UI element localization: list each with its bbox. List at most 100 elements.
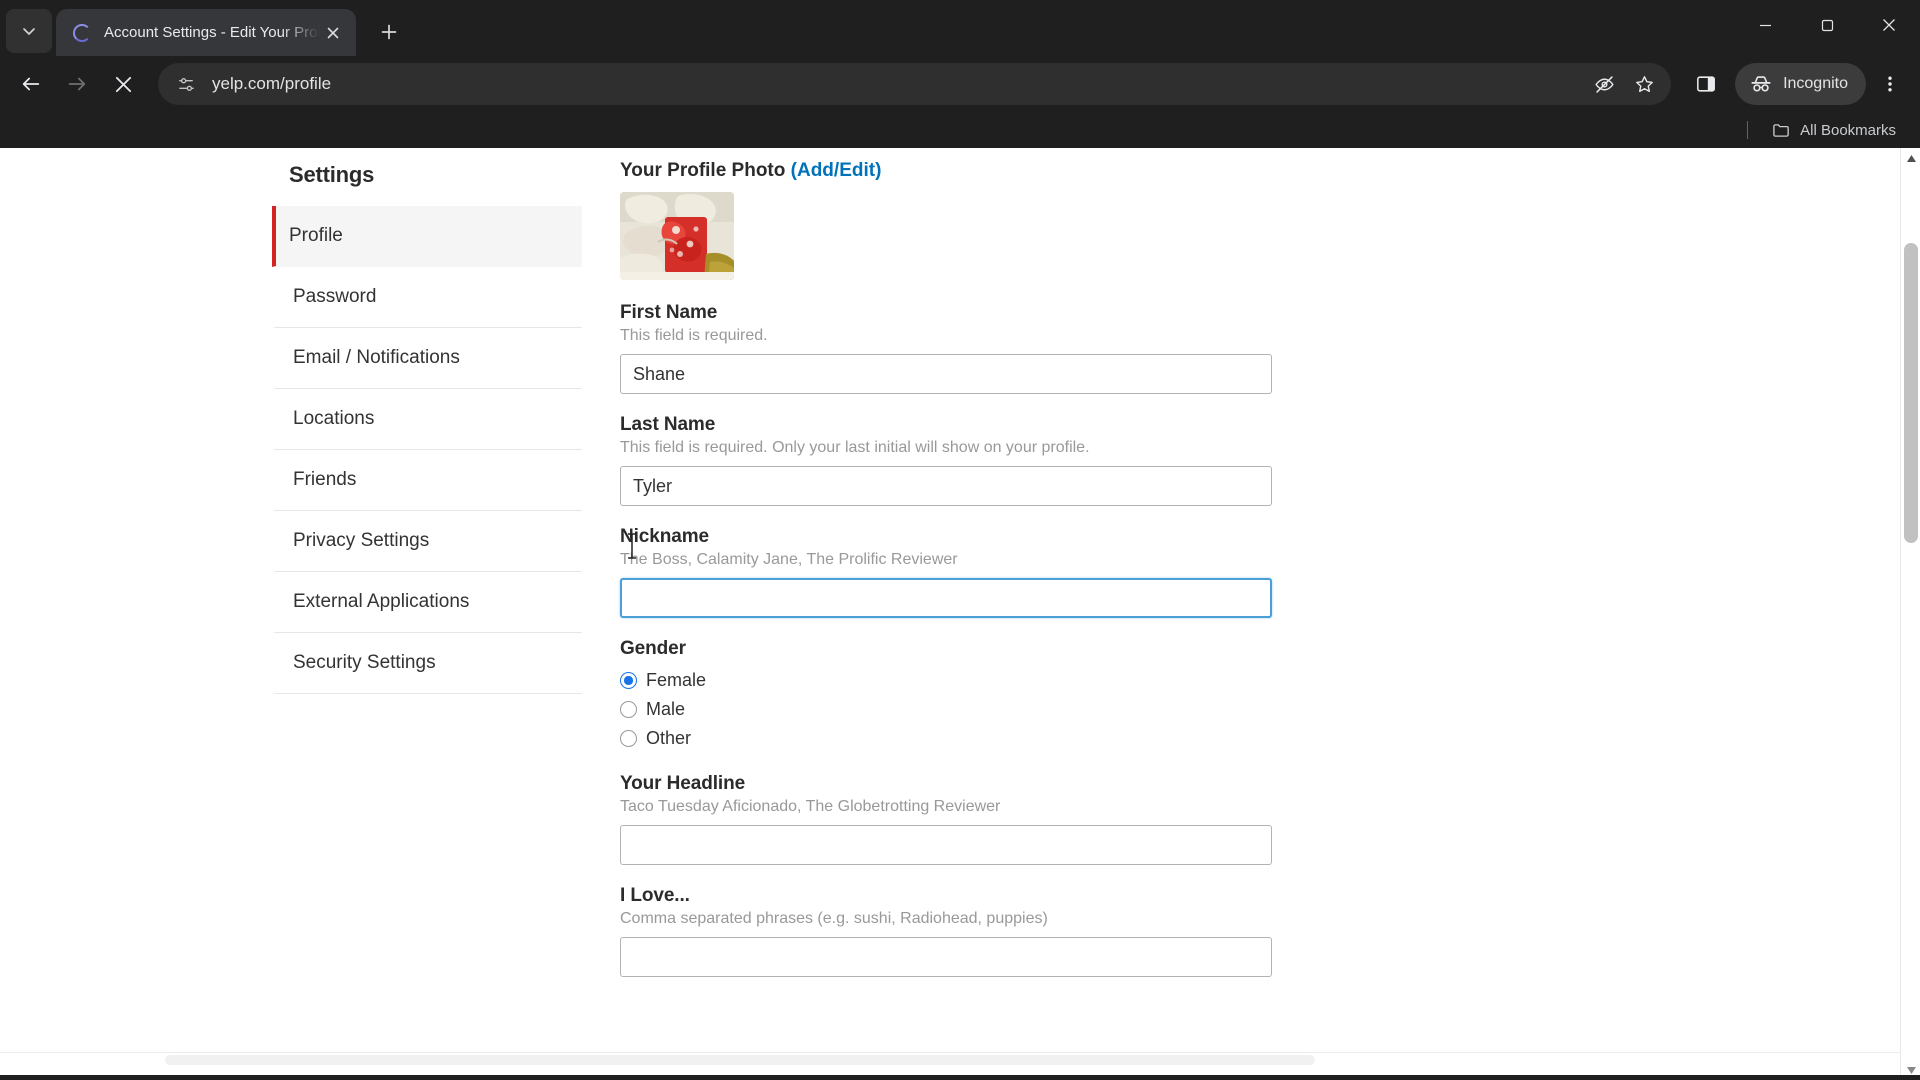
close-icon [115, 76, 131, 92]
folder-icon [1773, 123, 1789, 137]
stop-loading-button[interactable] [102, 63, 144, 105]
bookmarks-divider [1747, 121, 1749, 139]
window-controls [1734, 0, 1920, 50]
sidebar-item-external-applications[interactable]: External Applications [272, 572, 582, 633]
nickname-field-block: Nickname The Boss, Calamity Jane, The Pr… [620, 526, 1352, 618]
minimize-icon [1759, 24, 1771, 26]
sidebar-item-label: Privacy Settings [293, 530, 430, 551]
all-bookmarks-label: All Bookmarks [1800, 121, 1896, 139]
sidebar-title: Settings [289, 162, 375, 187]
incognito-icon [1751, 76, 1771, 92]
nickname-input[interactable] [620, 578, 1272, 618]
sidebar-item-label: Password [293, 286, 377, 307]
radio-button-icon[interactable] [620, 701, 637, 718]
gender-option-male[interactable]: Male [620, 695, 1352, 724]
first-name-input[interactable] [620, 354, 1272, 394]
gender-option-other[interactable]: Other [620, 724, 1352, 753]
tab-title: Account Settings - Edit Your Prof [104, 24, 320, 41]
plus-icon [381, 24, 397, 40]
nickname-help: The Boss, Calamity Jane, The Prolific Re… [620, 551, 958, 568]
sidebar-item-privacy-settings[interactable]: Privacy Settings [272, 511, 582, 572]
settings-layout: Settings Profile Password Email / Notifi… [272, 148, 1352, 997]
first-name-field-block: First Name This field is required. [620, 302, 1352, 394]
new-tab-button[interactable] [370, 13, 408, 51]
url-text: yelp.com/profile [212, 74, 332, 93]
sidebar-item-password[interactable]: Password [272, 267, 582, 328]
browser-tab[interactable]: Account Settings - Edit Your Prof [56, 9, 356, 56]
headline-help: Taco Tuesday Aficionado, The Globetrotti… [620, 798, 1001, 815]
minimize-button[interactable] [1734, 0, 1796, 50]
radio-button-icon[interactable] [620, 672, 637, 689]
incognito-indicator[interactable]: Incognito [1735, 63, 1866, 105]
chevron-down-icon [23, 28, 35, 35]
side-panel-button[interactable] [1685, 63, 1727, 105]
i-love-input[interactable] [620, 937, 1272, 977]
incognito-label: Incognito [1783, 75, 1848, 92]
i-love-help: Comma separated phrases (e.g. sushi, Rad… [620, 910, 1048, 927]
sidebar-item-label: Email / Notifications [293, 347, 460, 368]
address-bar[interactable]: yelp.com/profile [158, 63, 1672, 105]
settings-sidebar: Settings Profile Password Email / Notifi… [272, 148, 582, 997]
profile-photo-label: Your Profile Photo [620, 160, 786, 181]
sidebar-item-profile[interactable]: Profile [272, 206, 582, 267]
gender-radio-group: Female Male Other [620, 666, 1352, 753]
profile-form: Your Profile Photo (Add/Edit) First Name… [582, 148, 1352, 997]
scroll-up-arrow-icon[interactable] [1901, 148, 1920, 168]
radio-button-icon[interactable] [620, 730, 637, 747]
sidebar-item-security-settings[interactable]: Security Settings [272, 633, 582, 694]
sidebar-item-friends[interactable]: Friends [272, 450, 582, 511]
browser-toolbar: yelp.com/profile Incognito [0, 56, 1920, 112]
settings-nav-list: Profile Password Email / Notifications L… [272, 206, 582, 694]
tab-close-button[interactable] [320, 20, 346, 46]
bookmarks-bar: All Bookmarks [0, 112, 1920, 148]
three-dots-vertical-icon [1888, 76, 1892, 92]
tab-search-button[interactable] [6, 9, 52, 53]
sidebar-item-email-notifications[interactable]: Email / Notifications [272, 328, 582, 389]
add-edit-photo-link[interactable]: (Add/Edit) [791, 160, 882, 181]
horizontal-scrollbar-thumb[interactable] [165, 1055, 1315, 1065]
sidebar-item-label: Security Settings [293, 652, 436, 673]
sidebar-item-label: Profile [289, 225, 343, 246]
headline-input[interactable] [620, 825, 1272, 865]
last-name-label: Last Name [620, 414, 716, 435]
gender-option-label: Other [646, 728, 692, 748]
i-love-field-block: I Love... Comma separated phrases (e.g. … [620, 885, 1352, 977]
maximize-icon [1821, 19, 1833, 31]
i-love-label: I Love... [620, 885, 690, 906]
gender-label: Gender [620, 638, 686, 659]
sidebar-item-label: External Applications [293, 591, 470, 612]
profile-photo-heading: Your Profile Photo (Add/Edit) [620, 160, 1352, 182]
yelp-settings-page: Settings Profile Password Email / Notifi… [0, 148, 1900, 1066]
window-close-button[interactable] [1858, 0, 1920, 50]
first-name-label: First Name [620, 302, 718, 323]
all-bookmarks-button[interactable]: All Bookmarks [1764, 116, 1904, 145]
maximize-button[interactable] [1796, 0, 1858, 50]
tune-icon[interactable] [172, 70, 200, 98]
browser-window: Account Settings - Edit Your Prof yelp.c… [0, 0, 1920, 1080]
horizontal-scrollbar[interactable] [0, 1052, 1900, 1066]
eye-slash-icon[interactable] [1585, 65, 1623, 103]
gender-option-female[interactable]: Female [620, 666, 1352, 695]
loading-spinner-icon [72, 23, 92, 43]
bookmark-star-icon[interactable] [1625, 65, 1663, 103]
profile-photo-thumbnail[interactable] [620, 192, 734, 280]
headline-label: Your Headline [620, 773, 746, 794]
back-button[interactable] [10, 63, 52, 105]
side-panel-icon [1697, 76, 1716, 92]
forward-button [56, 63, 98, 105]
page-viewport: Settings Profile Password Email / Notifi… [0, 148, 1920, 1080]
sidebar-item-locations[interactable]: Locations [272, 389, 582, 450]
sidebar-item-label: Friends [293, 469, 357, 490]
vertical-scrollbar[interactable] [1900, 148, 1920, 1080]
gender-option-label: Female [646, 670, 707, 690]
close-icon [327, 27, 339, 38]
vertical-scrollbar-thumb[interactable] [1904, 243, 1918, 543]
nickname-label: Nickname [620, 526, 709, 547]
chrome-menu-button[interactable] [1870, 63, 1910, 105]
headline-field-block: Your Headline Taco Tuesday Aficionado, T… [620, 773, 1352, 865]
window-bottom-edge [0, 1075, 1920, 1080]
last-name-help: This field is required. Only your last i… [620, 439, 1090, 456]
gender-field-block: Gender Female Male Other [620, 638, 1352, 753]
back-arrow-icon [22, 77, 40, 91]
last-name-input[interactable] [620, 466, 1272, 506]
